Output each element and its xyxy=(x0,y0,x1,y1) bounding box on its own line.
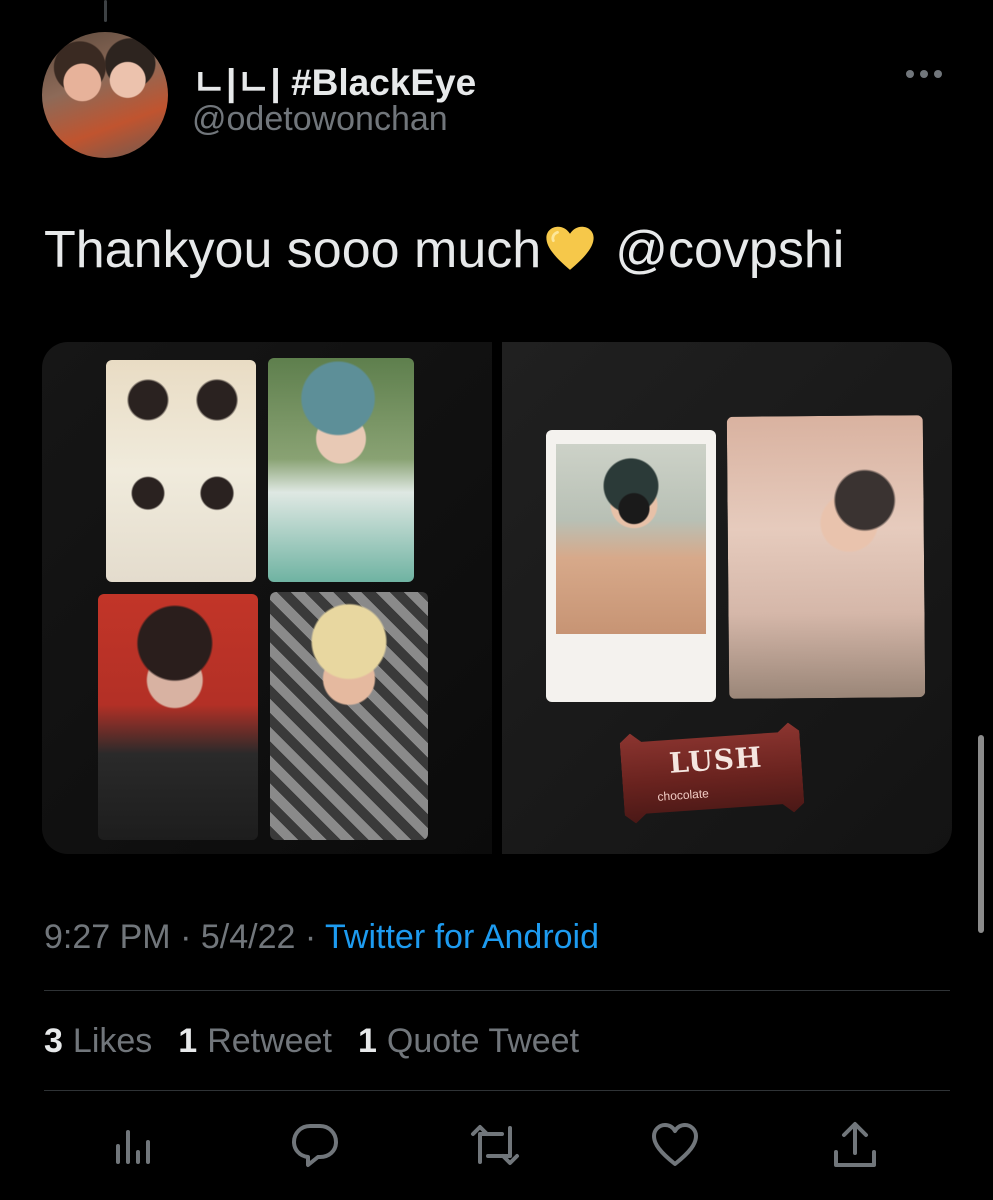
analytics-icon[interactable] xyxy=(112,1120,162,1170)
scrollbar[interactable] xyxy=(978,735,984,933)
photocards-photo[interactable] xyxy=(42,342,492,854)
retweet-icon[interactable] xyxy=(470,1120,520,1170)
quotes-count: 1 xyxy=(357,1022,377,1060)
photocard xyxy=(270,592,428,840)
photocard xyxy=(268,358,414,582)
engagement-stats: 3 Likes 1 Retweet 1 Quote Tweet xyxy=(44,1022,579,1061)
quotes-label: Quote Tweet xyxy=(386,1022,580,1060)
avatar[interactable] xyxy=(42,32,168,158)
more-options-icon[interactable] xyxy=(906,70,942,78)
tweet-media[interactable]: LUSH chocolate xyxy=(42,342,952,854)
tweet-body: Thankyou sooo much xyxy=(44,221,542,279)
retweets-label: Retweet xyxy=(207,1022,332,1060)
retweets-stat[interactable]: 1 Retweet xyxy=(178,1022,332,1061)
tweet-text: Thankyou sooo much @covpshi xyxy=(44,220,844,280)
share-icon[interactable] xyxy=(830,1120,880,1170)
divider xyxy=(44,990,950,991)
tweet-date: 5/4/22 xyxy=(200,918,296,956)
quotes-stat[interactable]: 1 Quote Tweet xyxy=(358,1022,579,1061)
divider xyxy=(44,1090,950,1091)
thread-connector-line xyxy=(104,0,107,22)
likes-label: Likes xyxy=(72,1022,153,1060)
source-link[interactable]: Twitter for Android xyxy=(325,918,599,956)
meta-separator: · xyxy=(304,918,317,956)
action-bar xyxy=(0,1120,993,1170)
photocard xyxy=(726,415,926,699)
reply-icon[interactable] xyxy=(290,1120,340,1170)
yellow-heart-icon xyxy=(546,226,594,270)
tweet-meta: 9:27 PM · 5/4/22 · Twitter for Android xyxy=(44,918,599,957)
candy-subtext: chocolate xyxy=(657,786,710,804)
polaroid-photo[interactable]: LUSH chocolate xyxy=(502,342,952,854)
like-icon[interactable] xyxy=(650,1120,700,1170)
user-handle[interactable]: @odetowonchan xyxy=(192,100,448,139)
candy-brand: LUSH xyxy=(668,740,764,780)
likes-count: 3 xyxy=(44,1022,63,1060)
mention-link[interactable]: @covpshi xyxy=(615,221,844,279)
polaroid-card xyxy=(546,430,716,702)
candy-wrapper: LUSH chocolate xyxy=(619,722,805,824)
likes-stat[interactable]: 3 Likes xyxy=(44,1022,152,1061)
photocard xyxy=(98,594,258,840)
meta-separator: · xyxy=(180,918,192,956)
display-name[interactable]: ㄴ|ㄴ| #BlackEye xyxy=(192,52,476,106)
retweets-count: 1 xyxy=(178,1022,198,1060)
tweet-time: 9:27 PM xyxy=(44,918,171,956)
photocard xyxy=(106,360,256,582)
